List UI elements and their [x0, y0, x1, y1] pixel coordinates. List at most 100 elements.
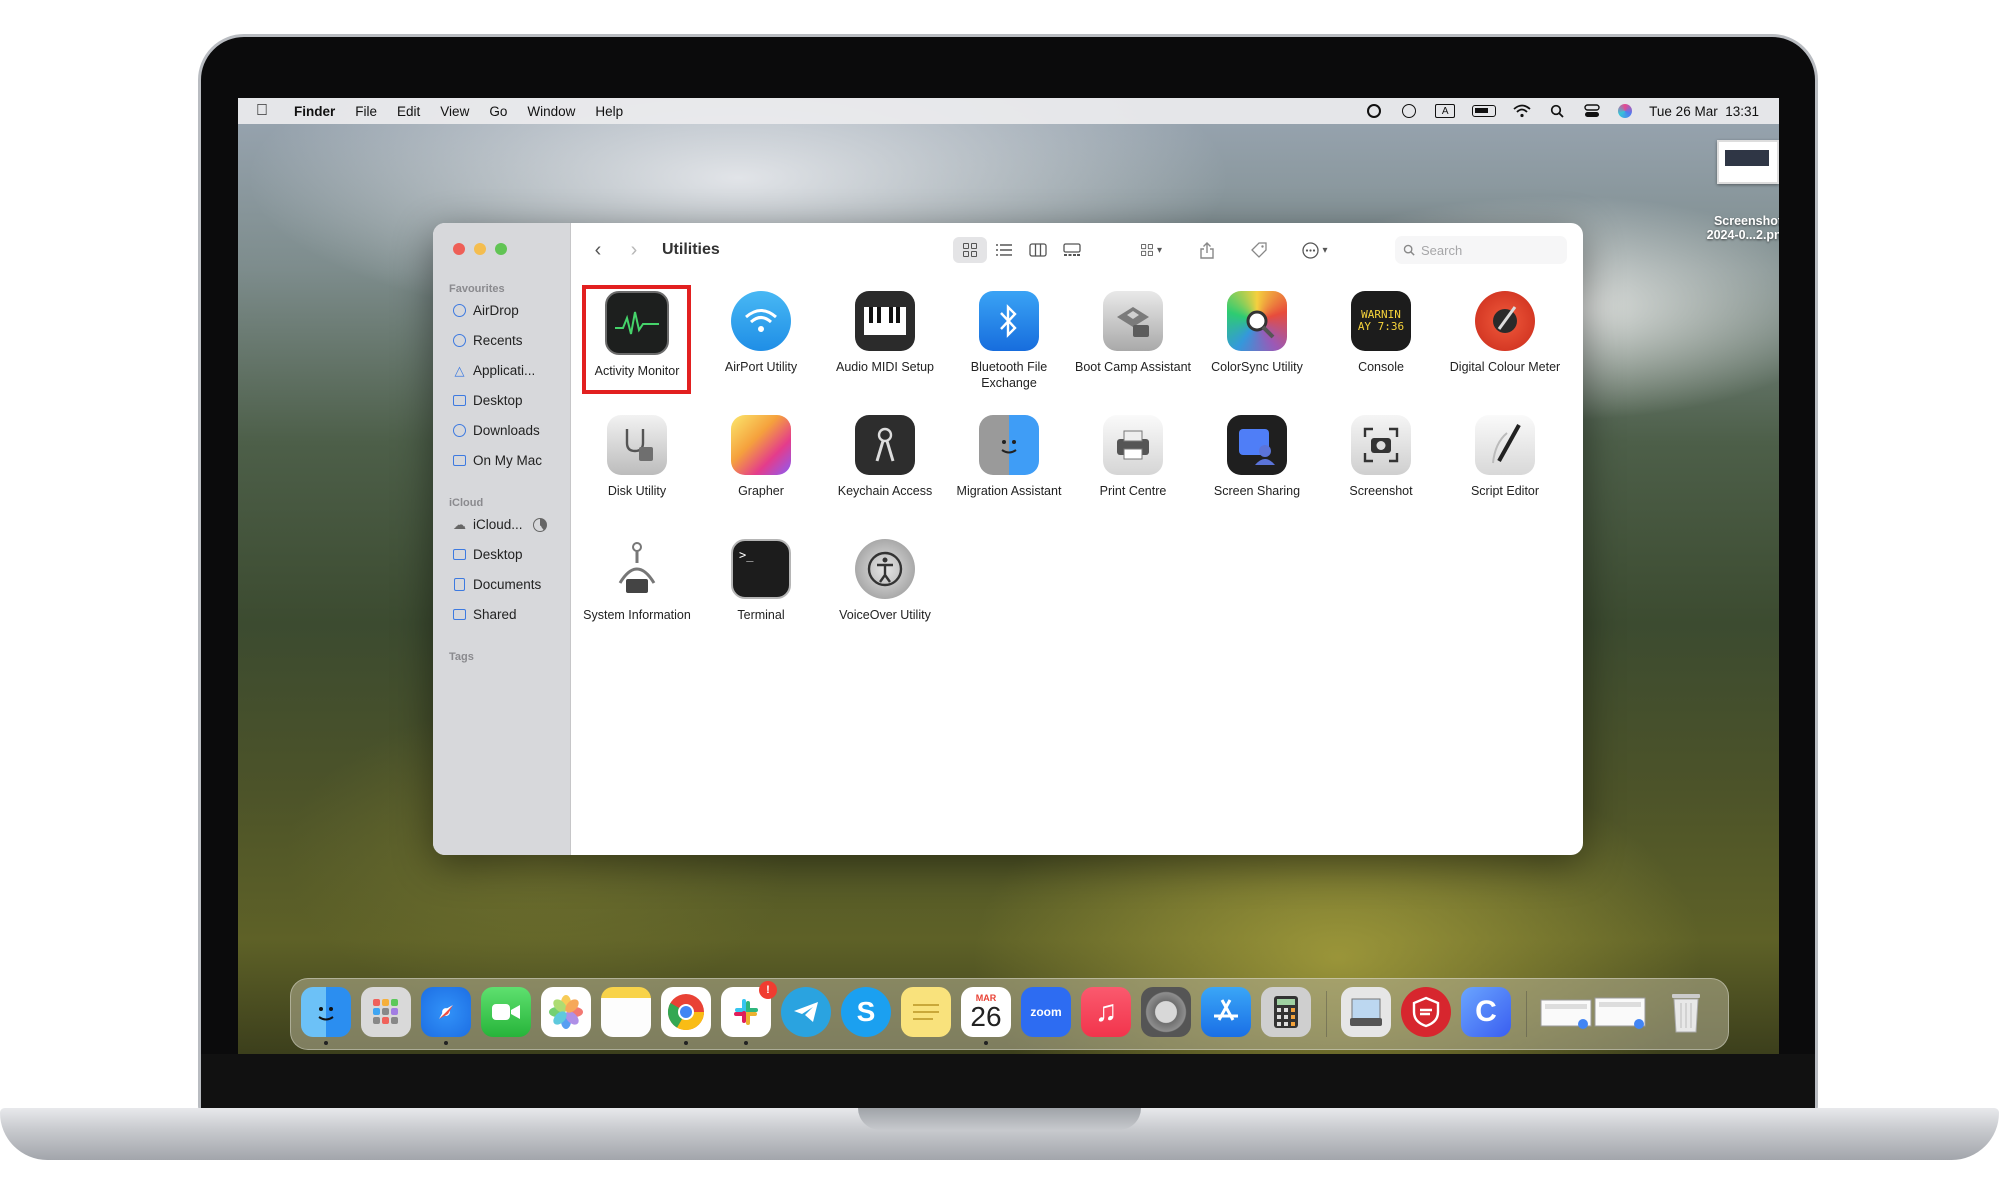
audio-midi-setup-icon — [855, 291, 915, 351]
grammarly-icon[interactable] — [1365, 104, 1383, 118]
user-icon[interactable] — [1400, 104, 1418, 118]
more-actions-button[interactable]: ▾ — [1294, 237, 1336, 263]
running-indicator — [744, 1041, 748, 1045]
share-button[interactable] — [1190, 237, 1224, 263]
app-screen-sharing[interactable]: Screen Sharing — [1195, 415, 1319, 499]
disk-utility-icon — [607, 415, 667, 475]
zoom-button[interactable] — [495, 243, 507, 255]
script-editor-icon — [1475, 415, 1535, 475]
music-dock-icon[interactable]: ♫ — [1081, 987, 1131, 1037]
sidebar-item-documents[interactable]: Documents — [452, 577, 541, 592]
wifi-icon[interactable] — [1513, 104, 1531, 118]
app-store-dock-icon[interactable] — [1201, 987, 1251, 1037]
app-boot-camp-assistant[interactable]: Boot Camp Assistant — [1071, 291, 1195, 375]
desktop-file[interactable]: Screenshot 2024-0...2.png — [1668, 140, 1779, 242]
app-disk-utility[interactable]: Disk Utility — [575, 415, 699, 499]
gallery-icon — [1063, 243, 1081, 256]
console-icon: WARNIN AY 7:36 — [1351, 291, 1411, 351]
app-colorsync-utility[interactable]: ColorSync Utility — [1195, 291, 1319, 375]
terminal-icon: >_ — [731, 539, 791, 599]
menu-app-name[interactable]: Finder — [284, 104, 345, 119]
calculator-dock-icon[interactable] — [1261, 987, 1311, 1037]
sidebar-item-icloud-desktop[interactable]: Desktop — [452, 547, 523, 562]
app-grapher[interactable]: Grapher — [699, 415, 823, 499]
telegram-dock-icon[interactable] — [781, 987, 831, 1037]
list-view-button[interactable] — [987, 237, 1021, 263]
sidebar-item-shared[interactable]: Shared — [452, 607, 517, 622]
airdrop-icon — [452, 304, 467, 318]
launchpad-dock-icon[interactable] — [361, 987, 411, 1037]
bluetooth-icon — [979, 291, 1039, 351]
sidebar-item-desktop[interactable]: Desktop — [452, 393, 523, 408]
gallery-view-button[interactable] — [1055, 237, 1089, 263]
back-button[interactable]: ‹ — [580, 239, 616, 262]
app-digital-colour-meter[interactable]: Digital Colour Meter — [1443, 291, 1567, 375]
control-center-icon[interactable] — [1583, 104, 1601, 118]
app-migration-assistant[interactable]: Migration Assistant — [947, 415, 1071, 499]
app-script-editor[interactable]: Script Editor — [1443, 415, 1567, 499]
minimize-button[interactable] — [474, 243, 486, 255]
preview-dock-icon[interactable] — [1341, 987, 1391, 1037]
search-field[interactable]: Search — [1395, 236, 1567, 264]
craft-dock-icon[interactable]: C — [1461, 987, 1511, 1037]
sidebar-item-recents[interactable]: Recents — [452, 333, 523, 348]
app-print-centre[interactable]: Print Centre — [1071, 415, 1195, 499]
battery-icon[interactable] — [1472, 105, 1497, 117]
app-voiceover-utility[interactable]: VoiceOver Utility — [823, 539, 947, 623]
desktop-file-name-line1: Screenshot — [1713, 214, 1779, 228]
calendar-dock-icon[interactable]: MAR 26 — [961, 987, 1011, 1037]
app-label: Disk Utility — [607, 484, 667, 498]
app-screenshot[interactable]: Screenshot — [1319, 415, 1443, 499]
search-icon[interactable] — [1548, 104, 1566, 118]
app-terminal[interactable]: >_ Terminal — [699, 539, 823, 623]
trash-dock-icon[interactable] — [1661, 987, 1711, 1037]
tag-button[interactable] — [1242, 237, 1276, 263]
siri-icon[interactable] — [1618, 104, 1633, 118]
group-by-button[interactable]: ▾ — [1130, 237, 1172, 263]
forward-button[interactable]: › — [616, 239, 652, 262]
chrome-dock-icon[interactable] — [661, 987, 711, 1037]
notes-dock-icon[interactable] — [601, 987, 651, 1037]
menu-view[interactable]: View — [430, 104, 479, 119]
finder-dock-icon[interactable] — [301, 987, 351, 1037]
icon-view-button[interactable] — [953, 237, 987, 263]
menu-window[interactable]: Window — [517, 104, 585, 119]
stickies-dock-icon[interactable] — [901, 987, 951, 1037]
share-icon — [1200, 241, 1214, 259]
safari-dock-icon[interactable] — [421, 987, 471, 1037]
zoom-dock-icon[interactable]: zoom — [1021, 987, 1071, 1037]
sidebar-item-label: Recents — [473, 333, 523, 348]
laptop-notch — [858, 1108, 1141, 1130]
sidebar-item-applications[interactable]: △ Applicati... — [452, 363, 536, 379]
finder-window: Favourites AirDrop Recents △ Applicati..… — [433, 223, 1583, 855]
menu-help[interactable]: Help — [585, 104, 633, 119]
sidebar-item-icloud-drive[interactable]: ☁ iCloud... — [452, 517, 547, 532]
skype-dock-icon[interactable]: S — [841, 987, 891, 1037]
app-system-information[interactable]: System Information — [575, 539, 699, 623]
menu-clock[interactable]: Tue 26 Mar 13:31 — [1649, 104, 1759, 119]
sidebar-item-airdrop[interactable]: AirDrop — [452, 303, 519, 318]
app-bluetooth-file-exchange[interactable]: Bluetooth File Exchange — [947, 291, 1071, 391]
column-view-button[interactable] — [1021, 237, 1055, 263]
input-source-icon[interactable]: A — [1435, 104, 1456, 118]
menu-go[interactable]: Go — [479, 104, 517, 119]
system-settings-dock-icon[interactable] — [1141, 987, 1191, 1037]
sidebar-item-on-my-mac[interactable]: On My Mac — [452, 453, 542, 468]
sidebar-item-downloads[interactable]: Downloads — [452, 423, 540, 438]
screenshot-stack-dock-icon[interactable] — [1539, 987, 1649, 1037]
slack-dock-icon[interactable]: ! — [721, 981, 777, 1037]
app-airport-utility[interactable]: AirPort Utility — [699, 291, 823, 375]
app-console[interactable]: WARNIN AY 7:36 Console — [1319, 291, 1443, 375]
close-button[interactable] — [453, 243, 465, 255]
app-audio-midi-setup[interactable]: Audio MIDI Setup — [823, 291, 947, 375]
laptop-bezel — [201, 1054, 1815, 1108]
menu-edit[interactable]: Edit — [387, 104, 430, 119]
app-activity-monitor[interactable]: Activity Monitor — [575, 291, 699, 379]
menu-file[interactable]: File — [345, 104, 387, 119]
sidebar-item-label: Applicati... — [473, 363, 536, 378]
photos-dock-icon[interactable] — [541, 987, 591, 1037]
app-keychain-access[interactable]: Keychain Access — [823, 415, 947, 499]
facetime-dock-icon[interactable] — [481, 987, 531, 1037]
apple-menu-icon[interactable]:  — [256, 102, 284, 120]
vpn-dock-icon[interactable] — [1401, 987, 1451, 1037]
